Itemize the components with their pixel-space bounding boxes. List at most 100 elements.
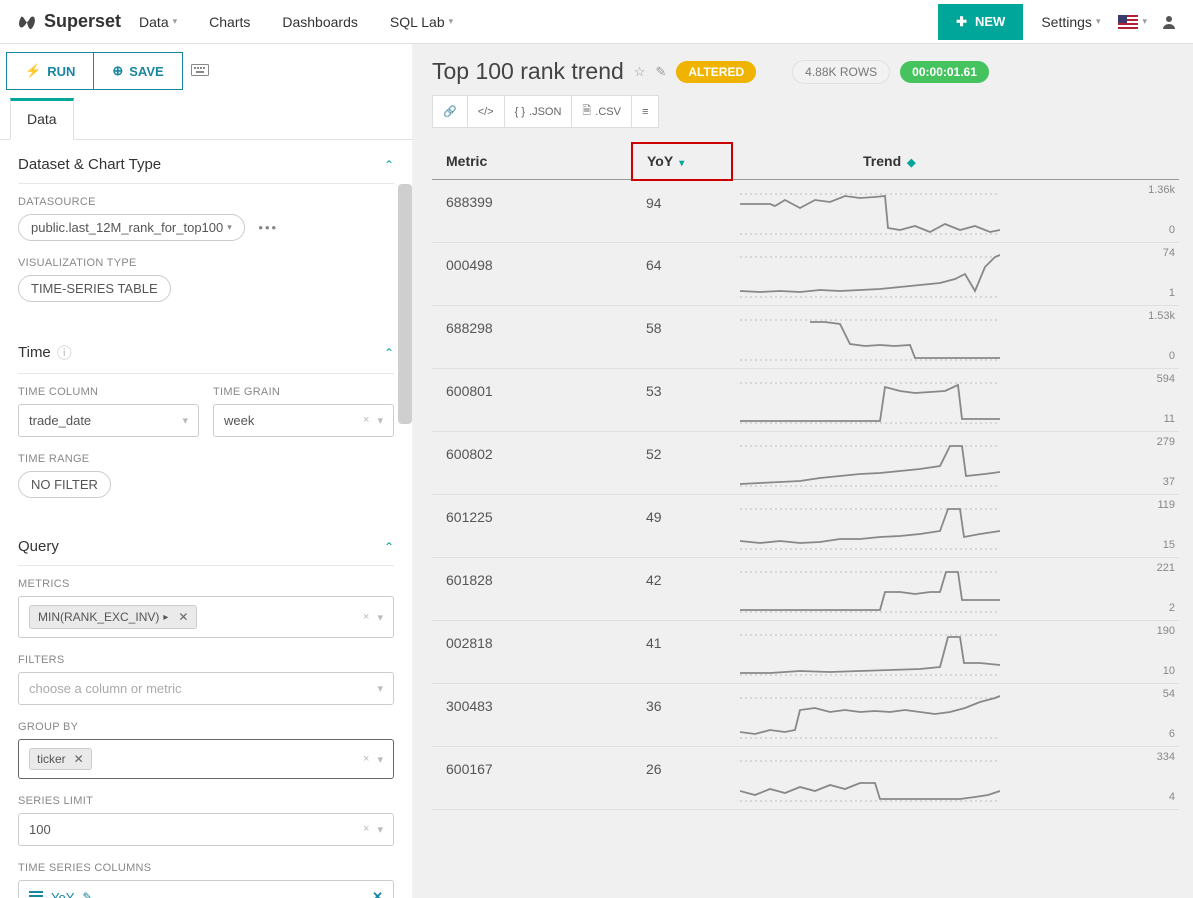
query-timing-badge: 00:00:01.61 <box>900 61 989 83</box>
ts-column-item[interactable]: YoY ✎ ✕ <box>18 880 394 898</box>
table-row: 688399941.36k0 <box>432 180 1179 243</box>
spark-top-value: 594 <box>1157 373 1175 385</box>
cell-yoy: 49 <box>632 495 732 558</box>
caret-down-icon: ▾ <box>173 16 178 27</box>
spark-bot-value: 15 <box>1163 539 1175 551</box>
section-header-dataset[interactable]: Dataset & Chart Type ⌃ <box>18 140 394 184</box>
spark-top-value: 74 <box>1163 247 1175 259</box>
brand-logo[interactable]: Superset <box>16 11 121 33</box>
col-header-yoy[interactable]: YoY▾ <box>632 143 732 180</box>
spark-top-value: 334 <box>1157 751 1175 763</box>
cell-metric: 300483 <box>432 684 632 747</box>
link-button[interactable]: 🔗 <box>432 95 468 128</box>
cell-yoy: 36 <box>632 684 732 747</box>
cell-yoy: 53 <box>632 369 732 432</box>
spark-top-value: 1.36k <box>1148 184 1175 196</box>
scrollbar[interactable] <box>398 184 412 424</box>
sort-icon: ◆ <box>907 157 915 169</box>
cell-trend: 27937 <box>732 432 1179 495</box>
table-row: 601828422212 <box>432 558 1179 621</box>
spark-top-value: 221 <box>1157 562 1175 574</box>
spark-top-value: 119 <box>1157 499 1175 511</box>
cell-trend: 334 4 <box>732 747 1179 810</box>
cell-trend: 119 15 <box>732 495 1179 558</box>
section-header-query[interactable]: Query ⌃ <box>18 522 394 566</box>
code-icon: </> <box>478 106 494 118</box>
cell-yoy: 64 <box>632 243 732 306</box>
nav-data[interactable]: Data▾ <box>125 6 191 38</box>
remove-icon[interactable]: ✕ <box>178 610 188 624</box>
cell-yoy: 41 <box>632 621 732 684</box>
series-limit-select[interactable]: 100 ×▾ <box>18 813 394 846</box>
nav-settings[interactable]: Settings▾ <box>1027 6 1114 38</box>
section-title: Time ⓘ <box>18 342 72 363</box>
delete-icon[interactable]: ✕ <box>372 889 383 898</box>
remove-icon[interactable]: ✕ <box>74 752 84 766</box>
nav-sqllab[interactable]: SQL Lab▾ <box>376 6 467 38</box>
time-grain-select[interactable]: week ×▾ <box>213 404 394 437</box>
chart-toolbar: 🔗 </> { }.JSON 🗎.CSV ≡ <box>432 95 659 128</box>
plus-circle-icon: ⊕ <box>112 63 123 79</box>
json-button[interactable]: { }.JSON <box>505 95 573 128</box>
drag-handle-icon[interactable] <box>29 890 43 898</box>
tab-data[interactable]: Data <box>10 98 74 140</box>
edit-icon[interactable]: ✎ <box>655 64 666 80</box>
caret-down-icon: ▾ <box>449 16 454 27</box>
run-button[interactable]: ⚡RUN <box>6 52 93 90</box>
groupby-chip[interactable]: ticker✕ <box>29 748 92 770</box>
clear-icon[interactable]: × <box>363 753 369 766</box>
series-limit-label: SERIES LIMIT <box>18 795 394 807</box>
altered-badge[interactable]: ALTERED <box>676 61 756 83</box>
spark-bot-value: 6 <box>1169 728 1175 740</box>
caret-down-icon: ▾ <box>377 753 383 766</box>
time-range-label: TIME RANGE <box>18 453 394 465</box>
cell-metric: 601225 <box>432 495 632 558</box>
groupby-select[interactable]: ticker✕ × ▾ <box>18 739 394 779</box>
metric-chip[interactable]: MIN(RANK_EXC_INV)▸✕ <box>29 605 197 629</box>
filters-select[interactable]: choose a column or metric ▾ <box>18 672 394 705</box>
cell-yoy: 26 <box>632 747 732 810</box>
time-range-selector[interactable]: NO FILTER <box>18 471 111 498</box>
csv-button[interactable]: 🗎.CSV <box>572 95 632 128</box>
cell-metric: 600801 <box>432 369 632 432</box>
ts-columns-label: TIME SERIES COLUMNS <box>18 862 394 874</box>
col-header-metric[interactable]: Metric <box>432 143 632 180</box>
embed-button[interactable]: </> <box>468 95 505 128</box>
more-icon[interactable]: ••• <box>258 220 278 235</box>
spark-top-value: 279 <box>1157 436 1175 448</box>
clear-icon[interactable]: × <box>363 823 369 836</box>
user-icon[interactable] <box>1161 14 1177 30</box>
section-header-time[interactable]: Time ⓘ ⌃ <box>18 326 394 374</box>
explore-controls-panel: ⚡RUN ⊕SAVE Data Dataset & Chart Type ⌃ D… <box>0 44 412 898</box>
cell-trend: 19010 <box>732 621 1179 684</box>
metrics-select[interactable]: MIN(RANK_EXC_INV)▸✕ ×▾ <box>18 596 394 638</box>
edit-icon[interactable]: ✎ <box>82 890 92 898</box>
menu-button[interactable]: ≡ <box>632 95 659 128</box>
cell-trend: 546 <box>732 684 1179 747</box>
spark-bot-value: 4 <box>1169 791 1175 803</box>
link-icon: 🔗 <box>443 105 457 118</box>
spark-bot-value: 0 <box>1169 350 1175 362</box>
section-title: Dataset & Chart Type <box>18 156 161 173</box>
time-column-select[interactable]: trade_date ▾ <box>18 404 199 437</box>
chart-panel: Top 100 rank trend ☆ ✎ ALTERED 4.88K ROW… <box>412 44 1193 898</box>
cell-trend: 1.53k0 <box>732 306 1179 369</box>
save-button[interactable]: ⊕SAVE <box>93 52 182 90</box>
metrics-label: METRICS <box>18 578 394 590</box>
clear-icon[interactable]: × <box>363 611 369 624</box>
nav-dashboards[interactable]: Dashboards <box>268 6 372 38</box>
locale-flag-icon[interactable] <box>1118 15 1138 29</box>
caret-down-icon: ▾ <box>1096 16 1101 27</box>
nav-charts[interactable]: Charts <box>195 6 264 38</box>
new-button[interactable]: ✚NEW <box>938 4 1023 40</box>
table-row: 6008025227937 <box>432 432 1179 495</box>
datasource-selector[interactable]: public.last_12M_rank_for_top100▾ <box>18 214 245 241</box>
viztype-selector[interactable]: TIME-SERIES TABLE <box>18 275 171 302</box>
cell-metric: 688399 <box>432 180 632 243</box>
keyboard-icon[interactable] <box>191 64 209 79</box>
caret-down-icon: ▾ <box>377 682 383 695</box>
clear-icon[interactable]: × <box>363 414 369 427</box>
col-header-trend[interactable]: Trend◆ <box>732 143 1179 180</box>
star-icon[interactable]: ☆ <box>634 64 646 80</box>
superset-logo-icon <box>16 11 38 33</box>
